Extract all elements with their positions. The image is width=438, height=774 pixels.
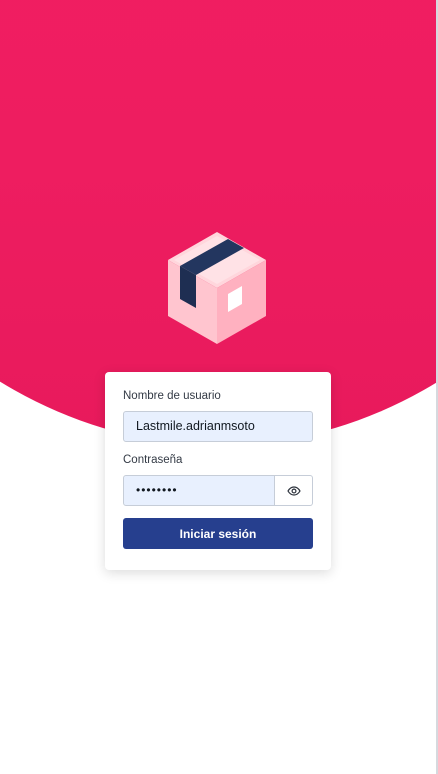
eye-icon [286, 485, 301, 496]
password-label: Contraseña [123, 454, 183, 466]
username-label: Nombre de usuario [123, 390, 221, 402]
password-input[interactable]: •••••••• [123, 475, 275, 506]
password-row: •••••••• [123, 475, 313, 506]
login-card: Nombre de usuario Lastmile.adrianmsoto C… [105, 372, 331, 570]
login-screen: Nombre de usuario Lastmile.adrianmsoto C… [0, 0, 438, 774]
show-password-button[interactable] [275, 475, 313, 506]
username-input[interactable]: Lastmile.adrianmsoto [123, 411, 313, 442]
package-box-icon [168, 232, 266, 344]
login-button[interactable]: Iniciar sesión [123, 518, 313, 549]
